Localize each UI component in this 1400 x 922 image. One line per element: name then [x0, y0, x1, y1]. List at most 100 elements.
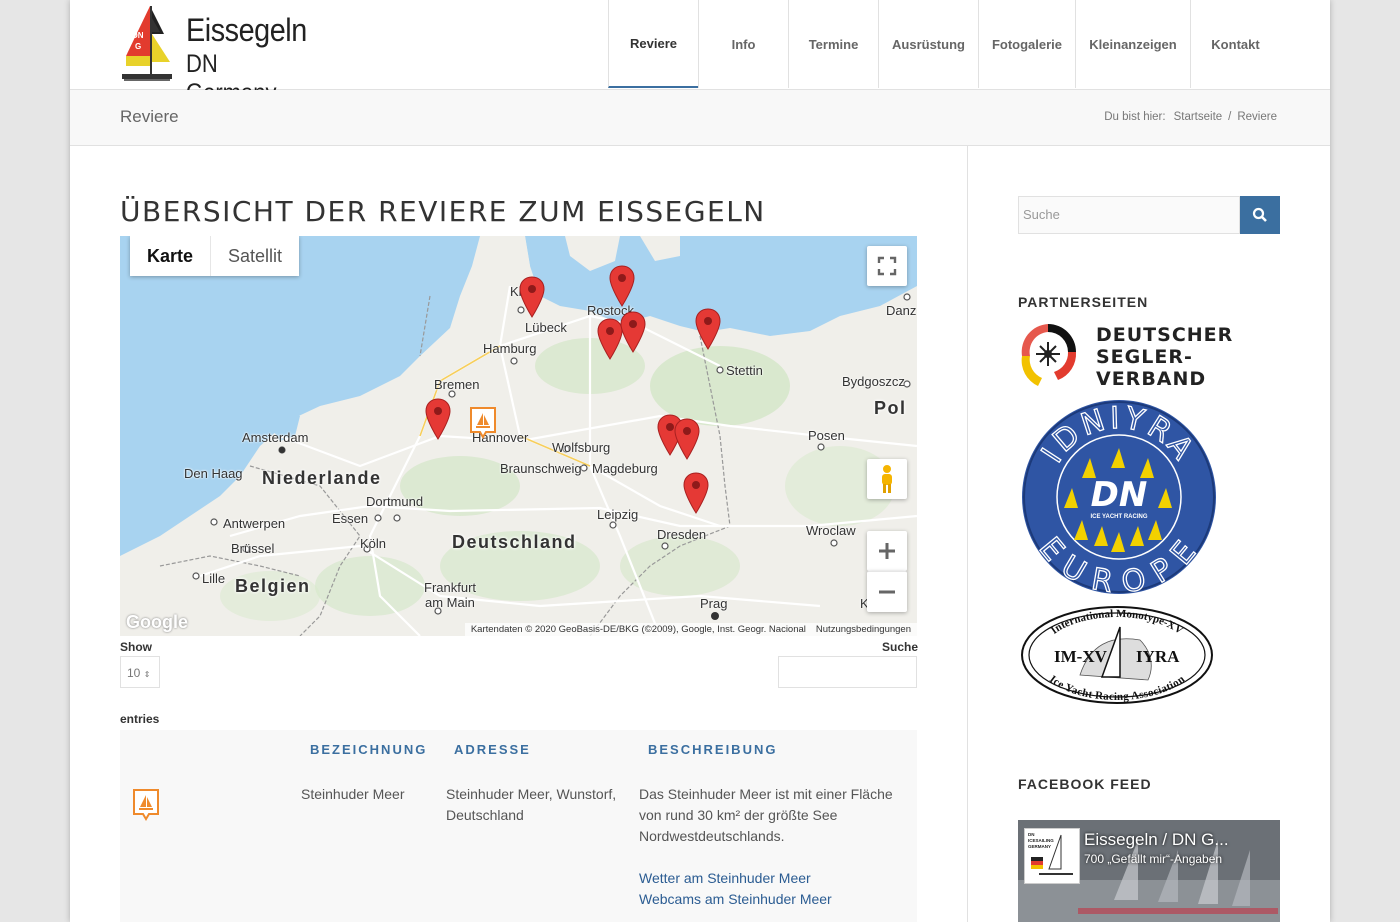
svg-text:DN: DN [132, 31, 144, 40]
map-city-label: Hamburg [483, 341, 537, 356]
column-header-beschreibung[interactable]: BESCHREIBUNG [648, 742, 777, 757]
table-search-label: Suche [882, 640, 919, 654]
main-nav: Reviere Info Termine Ausrüstung Fotogalerie K… [608, 0, 1280, 89]
zoom-out-button[interactable] [867, 571, 907, 612]
facebook-page-thumb[interactable]: DN ICESAILING GERMANY [1024, 828, 1080, 884]
map-city-label: Lübeck [525, 320, 567, 335]
map-type-switcher: Karte Satellit [130, 236, 300, 276]
map-city-label: Braunschweig [500, 461, 582, 476]
table-search-input[interactable] [778, 656, 917, 688]
zoom-in-button[interactable] [867, 531, 907, 571]
map-city-label: Bremen [434, 377, 480, 392]
map-marker-pin-icon[interactable] [695, 308, 721, 350]
map-city-label: Dresden [657, 527, 707, 542]
map-country-label: Deutschland [452, 532, 577, 552]
map-city-label: am Main [425, 595, 475, 610]
nav-item-termine[interactable]: Termine [788, 0, 878, 88]
partners-heading: PARTNERSEITEN [1018, 294, 1149, 310]
dsv-text: DEUTSCHER SEGLER- VERBAND [1096, 324, 1234, 390]
map-sailboat-marker-icon[interactable] [469, 406, 497, 440]
search-icon [1252, 207, 1267, 222]
column-header-adresse[interactable]: ADRESSE [454, 742, 531, 757]
fb-thumb-sail-icon [1031, 834, 1073, 875]
map-country-label: Niederlande [262, 468, 382, 488]
cell-address: Steinhuder Meer, Wunstorf, Deutschland [446, 786, 617, 823]
reviere-table: BEZEICHNUNG ADRESSE BESCHREIBUNG Steinhu… [120, 730, 917, 922]
entries-label: entries [120, 712, 160, 726]
facebook-page-name[interactable]: Eissegeln / DN G... [1084, 830, 1229, 850]
site-logo[interactable]: DN G Eissegeln DN Germany [120, 4, 320, 107]
map-city-label: Bydgoszcz [842, 374, 905, 389]
sidebar-search-input[interactable]: Suche [1018, 196, 1240, 234]
facebook-heading: FACEBOOK FEED [1018, 776, 1152, 792]
column-header-bezeichnung[interactable]: BEZEICHNUNG [310, 742, 427, 757]
map-marker-pin-icon[interactable] [674, 418, 700, 460]
pegman-icon [882, 465, 892, 493]
map-city-label: Magdeburg [592, 461, 658, 476]
svg-text:G: G [135, 42, 141, 51]
monotype-xv-logo[interactable]: International Monotype-XV Ice Yacht Raci… [1020, 605, 1214, 705]
map-city-label: Köln [360, 536, 387, 551]
page: DN G Eissegeln DN Germany ReviereInfoTer… [70, 0, 1330, 922]
map-attribution-text: Kartendaten © 2020 GeoBasis-DE/BKG (©200… [470, 624, 806, 635]
map-city-label: Leipzig [597, 507, 639, 522]
map-marker-pin-icon[interactable] [609, 265, 635, 307]
map-marker-pin-icon[interactable] [425, 398, 451, 440]
breadcrumb-current: Reviere [1237, 111, 1277, 123]
svg-text:IM-XV: IM-XV [1054, 647, 1108, 666]
map-city-label: Stettin [726, 363, 763, 378]
content-heading: ÜBERSICHT DER REVIERE ZUM EISSEGELN [120, 195, 766, 228]
nav-item-kontakt[interactable]: Kontakt [1190, 0, 1280, 88]
breadcrumb-prefix: Du bist hier: [1104, 111, 1166, 123]
nav-item-reviere[interactable]: Reviere [608, 0, 698, 88]
map-city-label: Posen [808, 428, 845, 443]
map-type-karte[interactable]: Karte [130, 236, 212, 276]
map-city-label: Frankfurt [424, 580, 477, 595]
dsv-partner-logo[interactable]: DEUTSCHER SEGLER- VERBAND [1018, 320, 1232, 390]
page-size-select[interactable]: 10 ⇕ [120, 656, 160, 688]
map-city-label: Den Haag [184, 466, 243, 481]
minus-icon [879, 590, 895, 594]
google-logo: Google [126, 612, 188, 632]
fullscreen-button[interactable] [867, 246, 907, 286]
nav-item-fotogalerie[interactable]: Fotogalerie [978, 0, 1075, 88]
page-size-value: 10 [127, 666, 141, 680]
map-city-label: Wolfsburg [552, 440, 611, 455]
map-terms-link[interactable]: Nutzungsbedingungen [816, 624, 911, 635]
map-type-satellit[interactable]: Satellit [211, 236, 299, 276]
map-city-label: Lille [202, 571, 226, 586]
nav-item-info[interactable]: Info [698, 0, 788, 88]
map-marker-pin-icon[interactable] [620, 311, 646, 353]
webcam-link[interactable]: Webcams am Steinhuder Meer [639, 889, 909, 910]
nav-item-ausr-stung[interactable]: Ausrüstung [878, 0, 978, 88]
breadcrumb-home-link[interactable]: Startseite [1174, 111, 1223, 123]
map-city-label: Amsterdam [242, 430, 309, 445]
map-country-label: Pol [874, 398, 907, 418]
main-content: ÜBERSICHT DER REVIERE ZUM EISSEGELN Lübe… [70, 146, 968, 922]
street-view-pegman[interactable] [867, 459, 907, 499]
map-city-label: Dortmund [366, 494, 424, 509]
svg-text:ICE YACHT RACING: ICE YACHT RACING [1090, 514, 1147, 520]
dn-sail-logo-icon: DN G [122, 6, 172, 81]
cell-description: Das Steinhuder Meer ist mit einer Fläche… [639, 784, 909, 910]
site-header: DN G Eissegeln DN Germany ReviereInfoTer… [70, 0, 1330, 107]
title-bar: Reviere Du bist hier: Startseite / Revie… [70, 90, 1330, 146]
sailboat-marker-icon [133, 789, 159, 821]
svg-text:IYRA: IYRA [1136, 647, 1180, 666]
map-marker-pin-icon[interactable] [519, 276, 545, 318]
map-country-label: Belgien [235, 576, 311, 596]
reviere-map[interactable]: KielLübeckRostockHamburgStettinBremenByd… [120, 236, 917, 636]
show-label: Show [120, 640, 152, 654]
map-marker-pin-icon[interactable] [683, 472, 709, 514]
select-arrows-icon: ⇕ [143, 670, 151, 679]
nav-item-kleinanzeigen[interactable]: Kleinanzeigen [1075, 0, 1190, 88]
page-title: Reviere [120, 107, 179, 126]
map-city-label: Danz [886, 303, 917, 318]
map-city-label: Antwerpen [223, 516, 286, 531]
facebook-feed-widget[interactable]: DN ICESAILING GERMANY Eissegeln / DN G..… [1018, 820, 1280, 922]
idniyra-europe-logo[interactable]: IDNIYRA EUROPE DN ICE YACHT RACING [1020, 398, 1218, 596]
weather-link[interactable]: Wetter am Steinhuder Meer [639, 868, 909, 889]
map-attribution: Kartendaten © 2020 GeoBasis-DE/BKG (©200… [464, 623, 917, 636]
sidebar-search-button[interactable] [1240, 196, 1280, 234]
fullscreen-icon [877, 256, 897, 276]
